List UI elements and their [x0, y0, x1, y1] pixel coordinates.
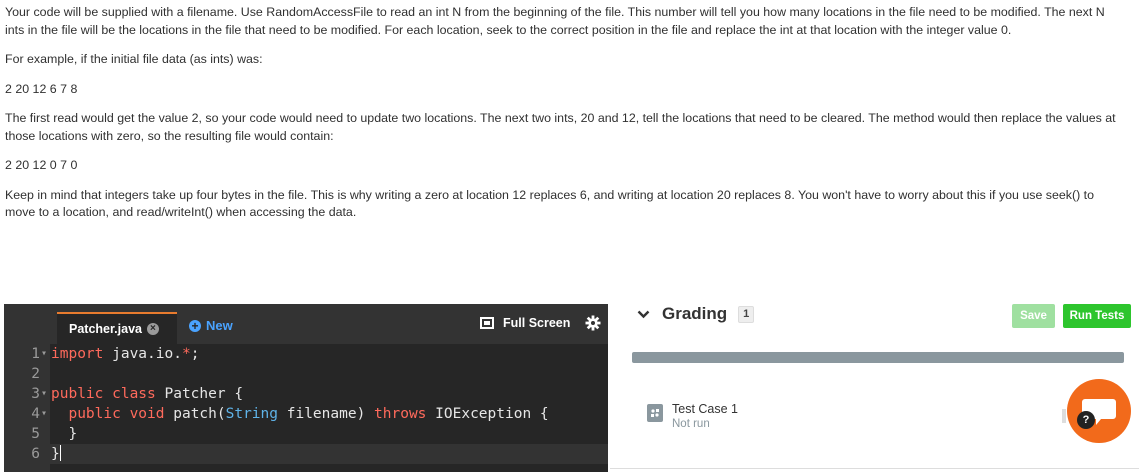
instructions-paragraph: Your code will be supplied with a filena…: [5, 5, 1105, 37]
code-text: patch(: [164, 406, 226, 422]
text-cursor: [59, 445, 61, 461]
grading-progress-bar: [632, 352, 1124, 363]
fullscreen-icon: [480, 317, 494, 329]
code-keyword: public void: [68, 406, 165, 422]
code-keyword: public class: [51, 386, 156, 402]
instructions: Your code will be supplied with a filena…: [5, 4, 1120, 234]
code-line-active[interactable]: 6 }: [4, 444, 608, 464]
instructions-paragraph: For example, if the initial file data (a…: [5, 52, 263, 66]
test-case-icon: [647, 404, 663, 422]
code-line[interactable]: 3 ▾ public class Patcher {: [4, 384, 608, 404]
full-screen-button[interactable]: Full Screen: [480, 316, 570, 330]
chat-widget-button[interactable]: [1067, 379, 1131, 443]
code-text: java.io.: [103, 346, 182, 362]
chevron-down-icon[interactable]: [637, 310, 650, 319]
grading-header[interactable]: Grading 1: [637, 304, 755, 324]
code-type: String: [225, 406, 278, 422]
code-text: ;: [190, 346, 200, 362]
line-number: 6: [31, 446, 40, 462]
fold-arrow-icon[interactable]: ▾: [41, 384, 47, 404]
code-editor: Patcher.java × + New Full Screen 1 ▾ imp…: [4, 304, 608, 472]
code-text: Patcher {: [155, 386, 244, 402]
instructions-paragraph: Keep in mind that integers take up four …: [5, 187, 1094, 220]
gear-icon[interactable]: [585, 315, 601, 331]
fold-arrow-icon[interactable]: ▾: [41, 404, 47, 424]
grading-title: Grading: [662, 304, 728, 323]
run-tests-button[interactable]: Run Tests: [1063, 304, 1131, 328]
code-text: IOException {: [426, 406, 549, 422]
test-case-marker: [1062, 409, 1066, 423]
file-tab-patcher[interactable]: Patcher.java ×: [57, 312, 177, 344]
test-case-name: Test Case 1: [672, 402, 739, 416]
code-text: }: [51, 426, 78, 442]
save-button[interactable]: Save: [1012, 304, 1055, 328]
close-tab-icon[interactable]: ×: [146, 323, 159, 335]
line-number: 3: [31, 386, 40, 402]
resulting-data: 2 20 12 0 7 0: [5, 158, 78, 172]
code-line[interactable]: 4 ▾ public void patch(String filename) t…: [4, 404, 608, 424]
line-number: 5: [31, 426, 40, 442]
divider: [610, 468, 1139, 469]
instructions-paragraph: The first read would get the value 2, so…: [5, 111, 1116, 143]
line-number: 2: [31, 366, 40, 382]
code-area[interactable]: 1 ▾ import java.io.*; 2 3 ▾ public class…: [4, 344, 608, 472]
code-line[interactable]: 2: [4, 364, 608, 384]
plus-icon: +: [189, 319, 201, 332]
test-case-item[interactable]: Test Case 1 Not run: [647, 401, 738, 432]
line-number: 4: [31, 406, 40, 422]
test-count-badge: 1: [738, 305, 755, 323]
code-line[interactable]: 1 ▾ import java.io.*;: [4, 344, 608, 364]
new-file-button[interactable]: + New: [189, 318, 233, 333]
line-number: 1: [31, 346, 40, 362]
initial-data: 2 20 12 6 7 8: [5, 81, 78, 96]
editor-toolbar: Patcher.java × + New Full Screen: [4, 304, 608, 344]
chat-icon: [1082, 399, 1116, 425]
code-line[interactable]: 5 }: [4, 424, 608, 444]
test-case-status: Not run: [672, 418, 710, 430]
code-text: filename): [278, 406, 375, 422]
code-keyword: throws: [374, 406, 427, 422]
file-tab-label: Patcher.java: [69, 322, 142, 336]
help-icon[interactable]: ?: [1077, 411, 1095, 429]
full-screen-label: Full Screen: [503, 316, 571, 330]
fold-arrow-icon[interactable]: ▾: [41, 344, 47, 364]
code-keyword: import: [51, 346, 104, 362]
code-operator: *: [181, 346, 191, 362]
new-file-label: New: [206, 318, 233, 333]
code-text: }: [51, 446, 60, 462]
